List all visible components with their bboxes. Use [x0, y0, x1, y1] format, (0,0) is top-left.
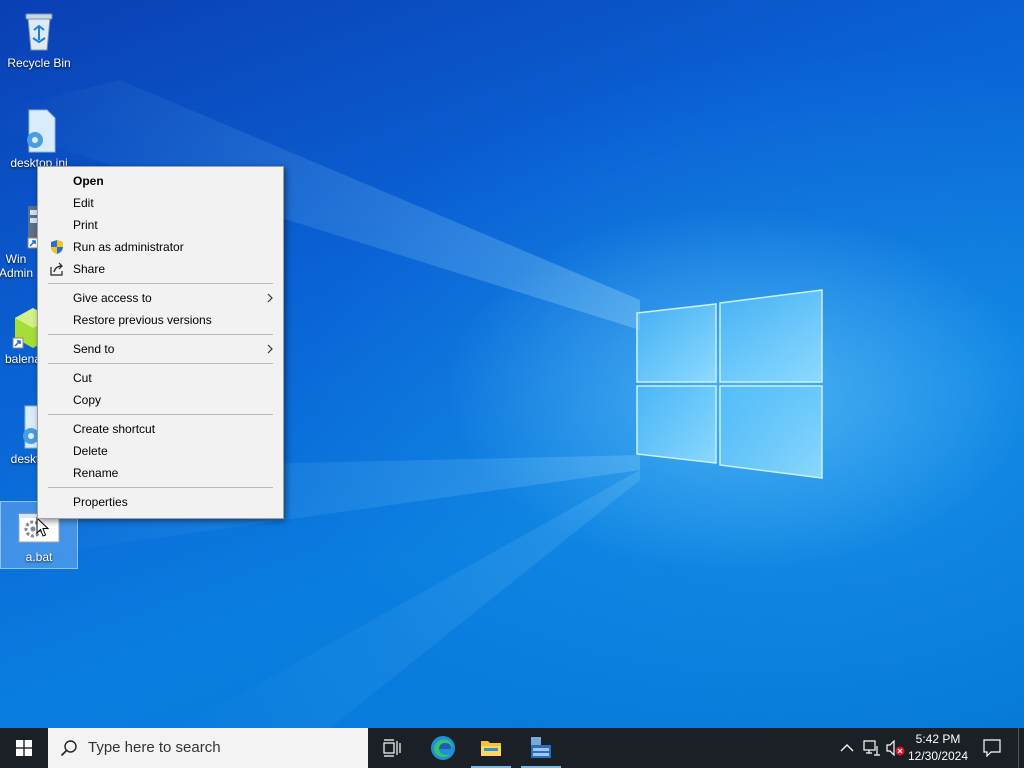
- desktop-icon-recycle-bin[interactable]: Recycle Bin: [1, 8, 77, 70]
- menu-item-label: Edit: [73, 196, 94, 210]
- menu-item-label: Run as administrator: [73, 240, 184, 254]
- menu-item-delete[interactable]: Delete: [40, 440, 281, 462]
- chevron-right-icon: [267, 293, 273, 303]
- menu-item-properties[interactable]: Properties: [40, 491, 281, 513]
- menu-item-label: Restore previous versions: [73, 313, 212, 327]
- uac-shield-icon: [51, 240, 63, 254]
- task-view-button[interactable]: [368, 728, 416, 768]
- desktop-icon-label: Recycle Bin: [7, 56, 71, 70]
- search-placeholder: Type here to search: [88, 739, 221, 756]
- chevron-up-icon: [840, 744, 854, 752]
- file-explorer-button[interactable]: [467, 728, 515, 768]
- menu-item-give-access-to[interactable]: Give access to: [40, 287, 281, 309]
- menu-item-label: Give access to: [73, 291, 152, 305]
- task-view-icon: [383, 739, 401, 757]
- menu-item-label: Cut: [73, 371, 92, 385]
- menu-item-cut[interactable]: Cut: [40, 367, 281, 389]
- action-center-button[interactable]: [978, 728, 1008, 768]
- menu-separator: [48, 363, 273, 364]
- menu-item-label: Create shortcut: [73, 422, 156, 436]
- clock[interactable]: 5:42 PM 12/30/2024: [905, 731, 971, 765]
- network-button[interactable]: [860, 728, 882, 768]
- settings-file-icon: [17, 108, 61, 154]
- volume-muted-icon: [886, 740, 905, 756]
- menu-item-send-to[interactable]: Send to: [40, 338, 281, 360]
- context-menu: Open Edit Print Run as administrator Sha…: [37, 166, 284, 519]
- menu-item-label: Properties: [73, 495, 128, 509]
- mouse-cursor-icon: [36, 517, 50, 537]
- desktop-icon-label: a.bat: [25, 550, 53, 564]
- menu-item-edit[interactable]: Edit: [40, 192, 281, 214]
- recycle-bin-icon: [17, 8, 61, 54]
- share-icon: [50, 262, 63, 276]
- menu-separator: [48, 283, 273, 284]
- volume-button[interactable]: [884, 728, 906, 768]
- menu-separator: [48, 334, 273, 335]
- chevron-right-icon: [267, 344, 273, 354]
- show-hidden-icons-button[interactable]: [838, 728, 856, 768]
- menu-item-print[interactable]: Print: [40, 214, 281, 236]
- menu-separator: [48, 487, 273, 488]
- edge-icon: [431, 736, 455, 760]
- menu-separator: [48, 414, 273, 415]
- search-icon: [60, 740, 77, 757]
- menu-item-label: Send to: [73, 342, 115, 356]
- menu-item-label: Open: [73, 174, 104, 188]
- server-manager-icon: [531, 737, 551, 758]
- menu-item-label: Print: [73, 218, 98, 232]
- menu-item-run-as-administrator[interactable]: Run as administrator: [40, 236, 281, 258]
- windows-logo: [636, 289, 823, 479]
- menu-item-label: Delete: [73, 444, 108, 458]
- start-button[interactable]: [0, 728, 48, 768]
- file-explorer-icon: [481, 741, 501, 756]
- menu-item-restore-previous-versions[interactable]: Restore previous versions: [40, 309, 281, 331]
- menu-item-label: Share: [73, 262, 106, 276]
- menu-item-label: Rename: [73, 466, 119, 480]
- server-manager-button[interactable]: [517, 728, 565, 768]
- clock-date: 12/30/2024: [907, 749, 969, 763]
- menu-item-label: Copy: [73, 393, 102, 407]
- desktop[interactable]: Recycle Bin desktop.ini Win Admin balena…: [0, 0, 1024, 728]
- show-desktop-button[interactable]: [1018, 728, 1024, 768]
- clock-time: 5:42 PM: [915, 732, 961, 746]
- desktop-icon-desktop-ini[interactable]: desktop.ini: [1, 108, 77, 170]
- menu-item-copy[interactable]: Copy: [40, 389, 281, 411]
- edge-button[interactable]: [419, 728, 467, 768]
- taskbar: Type here to search 5:42 PM 12/30/2024: [0, 728, 1024, 768]
- network-icon: [863, 740, 880, 756]
- notification-icon: [983, 739, 1001, 757]
- menu-item-open[interactable]: Open: [40, 170, 281, 192]
- windows-start-icon: [16, 740, 32, 756]
- menu-item-share[interactable]: Share: [40, 258, 281, 280]
- search-box[interactable]: Type here to search: [48, 728, 368, 768]
- menu-item-rename[interactable]: Rename: [40, 462, 281, 484]
- menu-item-create-shortcut[interactable]: Create shortcut: [40, 418, 281, 440]
